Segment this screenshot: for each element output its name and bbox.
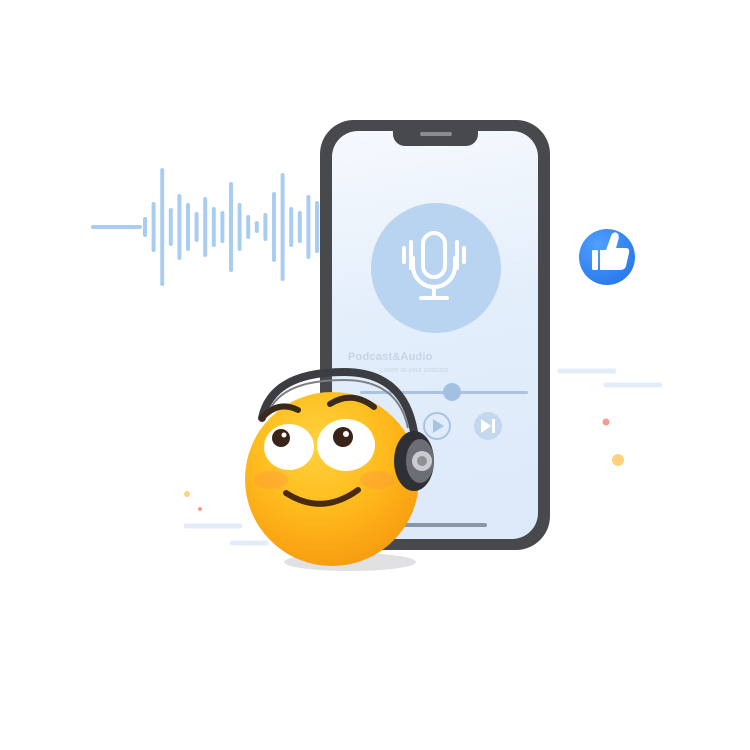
headphone-emoji-icon bbox=[254, 367, 434, 507]
